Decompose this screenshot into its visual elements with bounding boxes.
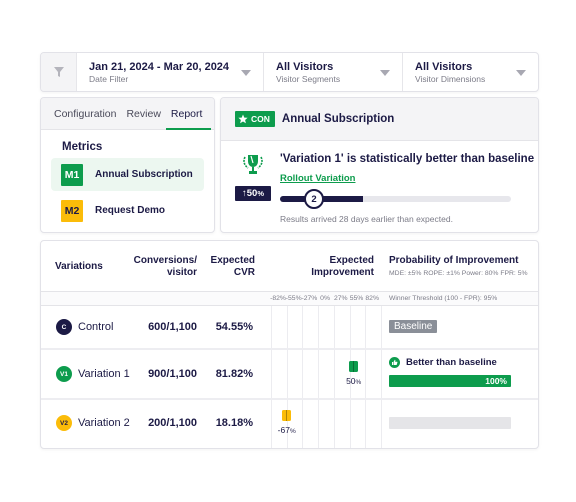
baseline-badge: Baseline [389, 320, 438, 333]
conversion-badge-label: CON [251, 114, 270, 124]
date-filter-value: Jan 21, 2024 - Mar 20, 2024 [89, 61, 230, 73]
filter-icon [53, 67, 64, 77]
tab-configuration[interactable]: Configuration [49, 98, 121, 129]
variation-badge: C [56, 319, 72, 335]
chevron-down-icon [241, 70, 251, 76]
filter-button[interactable] [41, 53, 77, 91]
status-better-than-baseline: Better than baseline [389, 357, 497, 368]
improvement-marker [349, 361, 359, 372]
result-header: CON Annual Subscription [221, 98, 538, 141]
visitor-segments-dropdown[interactable]: All Visitors Visitor Segments [264, 53, 403, 91]
variation-label: Control [78, 321, 114, 333]
thumbs-up-icon [389, 357, 400, 368]
conversions-value: 600/1,100 [148, 321, 197, 333]
axis-tick-label: -27% [301, 295, 318, 302]
axis-tick-label: -55% [285, 295, 302, 302]
metric-label: Annual Subscription [95, 169, 193, 180]
lift-badge: ↑50% [235, 186, 271, 201]
improvement-value: -67 [277, 425, 290, 435]
lift-unit: % [257, 189, 264, 198]
improvement-axis: -82% -55% -27% 0% 27% 55% 82% Winner Threshold… [41, 291, 538, 306]
axis-gridline [333, 306, 335, 448]
trophy-icon [243, 155, 263, 174]
axis-gridline [365, 306, 367, 448]
header-conversions-line1: Conversions/ [133, 255, 197, 266]
visitor-dimensions-dropdown[interactable]: All Visitors Visitor Dimensions [403, 53, 538, 91]
results-note: Results arrived 28 days earlier than exp… [280, 214, 453, 224]
axis-tick-label: 82% [365, 295, 379, 302]
metric-item-annual-subscription[interactable]: M1 Annual Subscription [51, 158, 204, 191]
winner-threshold: Winner Threshold (100 - FPR): 95% [389, 295, 498, 302]
variation-name: V2 Variation 2 [56, 415, 130, 431]
header-expected-improvement: Expected Improvement [311, 255, 374, 279]
variation-name: V1 Variation 1 [56, 366, 130, 382]
cvr-value: 81.82% [215, 368, 253, 380]
axis-tick-label: 27% [333, 295, 348, 302]
rollout-variation-link[interactable]: Rollout Variation [280, 173, 355, 184]
improvement-marker [282, 410, 292, 421]
date-filter-dropdown[interactable]: Jan 21, 2024 - Mar 20, 2024 Date Filter [77, 53, 264, 91]
conversions-value: 900/1,100 [148, 368, 197, 380]
header-improvement-line2: Improvement [311, 267, 374, 278]
metrics-heading: Metrics [62, 141, 103, 153]
header-cvr-line1: Expected [210, 255, 255, 266]
variation-badge: V2 [56, 415, 72, 431]
conversion-badge: CON [235, 111, 275, 127]
variation-label: Variation 1 [78, 368, 130, 380]
conversions-value: 200/1,100 [148, 417, 197, 429]
header-probability: Probability of Improvement [389, 255, 519, 266]
tab-report[interactable]: Report [165, 98, 211, 130]
date-filter-label: Date Filter [89, 74, 129, 84]
header-conversions: Conversions/visitor [134, 255, 197, 279]
metric-badge: M1 [61, 163, 83, 186]
tab-bar: Configuration Review Report [41, 98, 214, 130]
winner-indicator: ↑50% [235, 153, 271, 201]
header-cvr-line2: CVR [233, 267, 255, 278]
chevron-down-icon [516, 70, 526, 76]
status-label: Better than baseline [406, 357, 497, 368]
axis-tick-label: 55% [349, 295, 364, 302]
improvement-label: -67% [277, 425, 296, 435]
cvr-value: 54.55% [215, 321, 253, 333]
probability-value: 100% [485, 376, 507, 386]
star-icon [238, 114, 248, 124]
metrics-panel: Configuration Review Report Metrics M1 A… [40, 97, 215, 233]
axis-tick-label: 0% [320, 295, 331, 302]
probability-bar: 100% [389, 375, 511, 387]
header-variations: Variations [55, 261, 103, 272]
row-divider [41, 398, 538, 400]
metric-label: Request Demo [95, 205, 166, 216]
axis-gridline [380, 306, 382, 448]
improvement-label: 50% [346, 376, 362, 386]
chevron-down-icon [380, 70, 390, 76]
header-conversions-line2: visitor [166, 267, 197, 278]
variations-table: Variations Conversions/visitor Expected C… [40, 240, 539, 449]
cvr-value: 18.18% [215, 417, 253, 429]
metric-badge: M2 [61, 199, 83, 222]
result-metric-title: Annual Subscription [281, 113, 395, 125]
variation-badge: V1 [56, 366, 72, 382]
header-expected-cvr: Expected CVR [211, 255, 255, 279]
header-improvement-line1: Expected [329, 255, 374, 266]
result-headline: 'Variation 1' is statistically better th… [280, 153, 535, 165]
progress-step-marker: 2 [304, 189, 324, 209]
axis-gridline [302, 306, 304, 448]
axis-gridline [318, 306, 320, 448]
probability-parameters: MDE: ±5% ROPE: ±1% Power: 80% FPR: 5% [389, 270, 528, 277]
filter-bar: Jan 21, 2024 - Mar 20, 2024 Date Filter … [40, 52, 539, 92]
variation-name: C Control [56, 319, 113, 335]
lift-value: 50 [246, 188, 258, 199]
axis-tick-label: -82% [270, 295, 286, 302]
probability-bar [389, 417, 511, 429]
axis-gridline [271, 306, 272, 448]
result-summary-panel: CON Annual Subscription ↑50% 'Variation … [220, 97, 539, 233]
results-progress-bar: 2 [280, 189, 511, 209]
row-divider [41, 348, 538, 350]
tab-review[interactable]: Review [121, 98, 165, 129]
variation-label: Variation 2 [78, 417, 130, 429]
metric-item-request-demo[interactable]: M2 Request Demo [51, 194, 204, 227]
